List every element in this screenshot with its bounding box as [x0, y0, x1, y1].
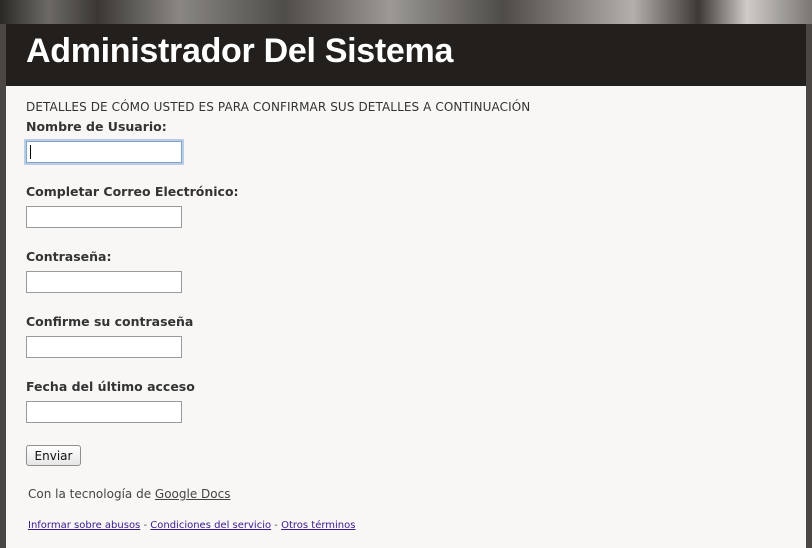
powered-by-prefix: Con la tecnología de: [28, 487, 152, 501]
password-label: Contraseña:: [26, 249, 112, 264]
form-description: DETALLES DE CÓMO USTED ES PARA CONFIRMAR…: [26, 100, 531, 114]
footer-links: Informar sobre abusos - Condiciones del …: [28, 520, 355, 531]
text-caret: [30, 145, 31, 159]
other-terms-link[interactable]: Otros términos: [281, 520, 355, 531]
last-access-input[interactable]: [26, 401, 182, 423]
username-input[interactable]: [26, 141, 182, 163]
terms-of-service-link[interactable]: Condiciones del servicio: [150, 520, 271, 531]
footer-separator: -: [271, 520, 282, 531]
submit-button[interactable]: Enviar: [26, 445, 81, 466]
form-body: DETALLES DE CÓMO USTED ES PARA CONFIRMAR…: [6, 86, 806, 548]
confirm-password-label: Confirme su contraseña: [26, 314, 194, 329]
header-background-photo: [0, 0, 812, 24]
email-input[interactable]: [26, 206, 182, 228]
google-docs-link[interactable]: Google Docs: [155, 487, 231, 501]
footer-separator: -: [140, 520, 151, 531]
page-title: Administrador Del Sistema: [26, 32, 454, 70]
powered-by: Con la tecnología de Google Docs: [28, 487, 230, 501]
last-access-label: Fecha del último acceso: [26, 379, 195, 394]
email-label: Completar Correo Electrónico:: [26, 184, 239, 199]
form-header: Administrador Del Sistema: [6, 24, 806, 86]
username-label: Nombre de Usuario:: [26, 119, 167, 134]
confirm-password-input[interactable]: [26, 336, 182, 358]
report-abuse-link[interactable]: Informar sobre abusos: [28, 520, 140, 531]
password-input[interactable]: [26, 271, 182, 293]
